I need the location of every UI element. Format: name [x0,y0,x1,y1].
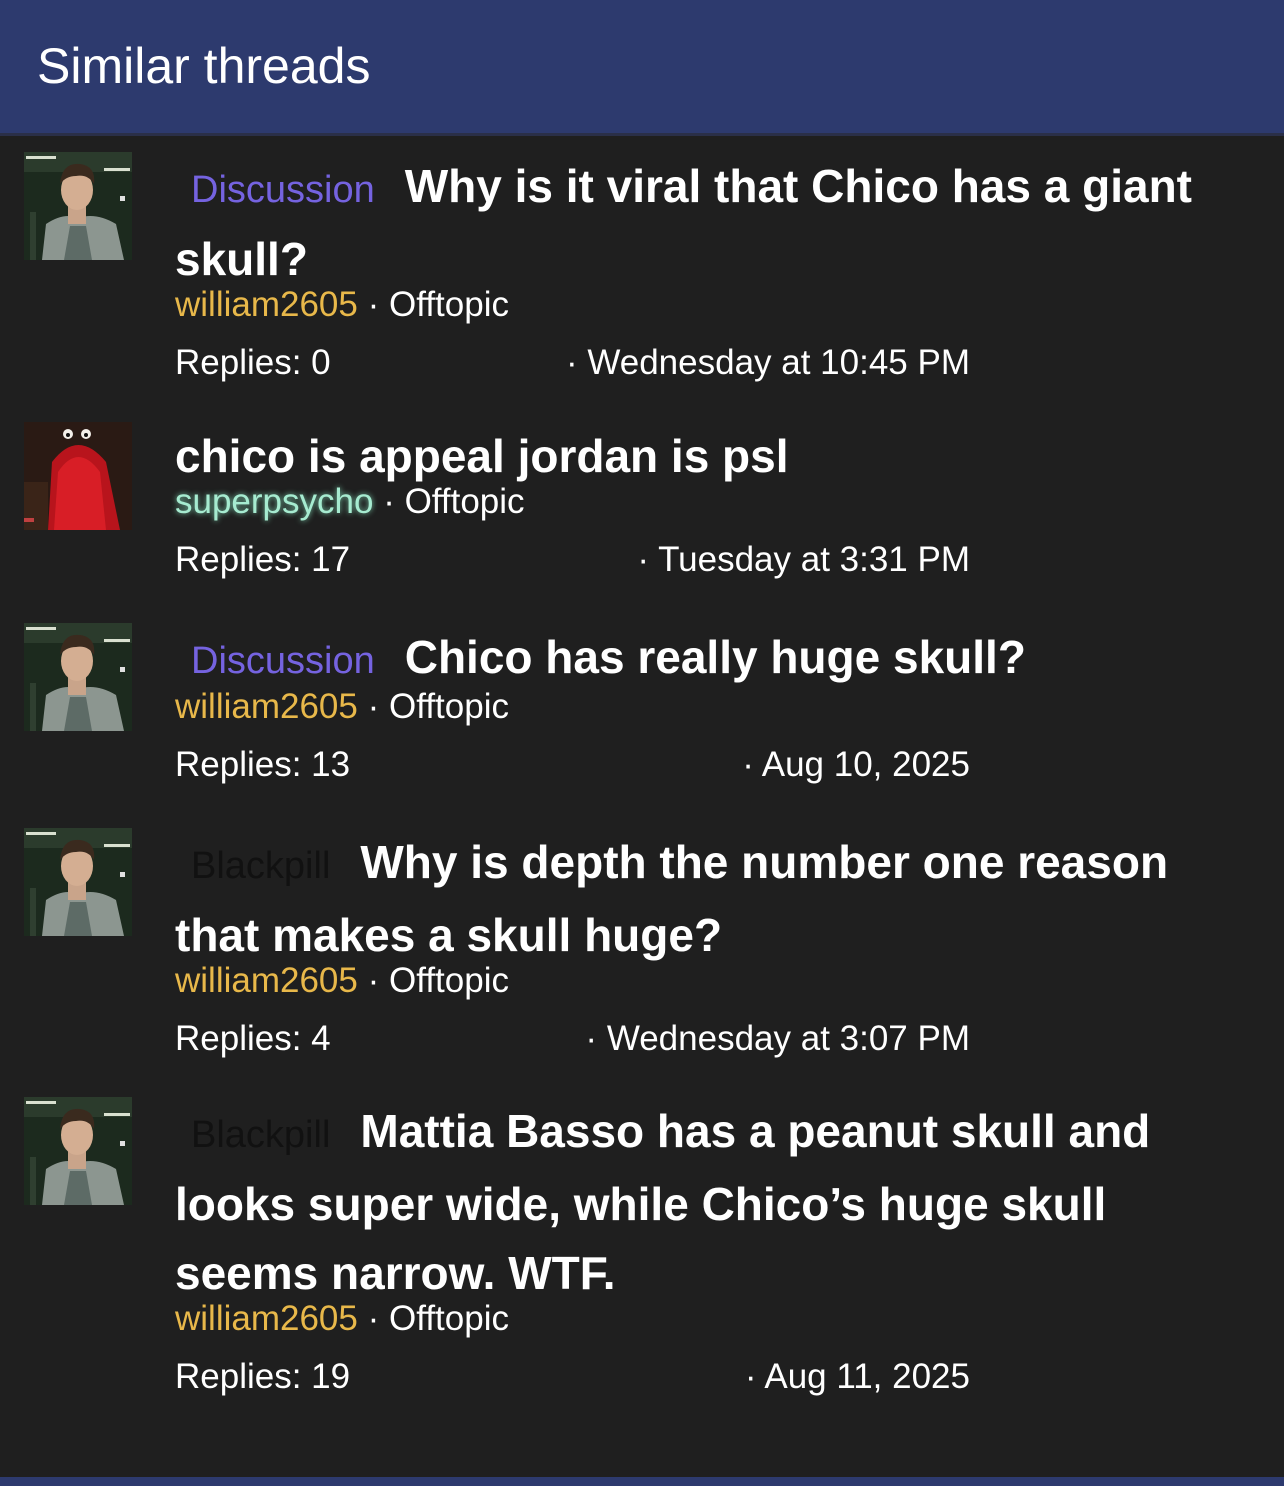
thread-forum[interactable]: Offtopic [389,285,509,324]
thread-date-value: Tuesday at 3:31 PM [658,540,970,579]
meta-separator: · [367,687,380,726]
thread-author[interactable]: william2605 [175,687,358,726]
thread-stats: Replies: 4 · Wednesday at 3:07 PM [175,1016,1255,1062]
section-title: Similar threads [37,38,371,94]
thread-date: · Aug 11, 2025 [745,1354,970,1400]
thread-stats: Replies: 19 · Aug 11, 2025 [175,1354,1255,1400]
bottom-border [0,1477,1284,1486]
thread-prefix-discussion[interactable]: Discussion [191,156,375,225]
meta-separator: · [383,482,395,521]
thread-author[interactable]: william2605 [175,961,358,1000]
thread-title[interactable]: Chico has really huge skull? [405,631,1026,683]
thread-date-value: Wednesday at 10:45 PM [587,343,970,382]
date-separator: · [637,540,649,579]
replies-count: Replies: 19 [175,1357,351,1396]
replies-count: Replies: 4 [175,1019,331,1058]
thread-title-link[interactable]: Discussion Why is it viral that Chico has… [175,152,1255,294]
thread-forum[interactable]: Offtopic [389,687,509,726]
thread-stats: Replies: 0 · Wednesday at 10:45 PM [175,340,1255,386]
meta-separator: · [367,961,380,1000]
thread-author[interactable]: superpsycho [175,482,373,521]
date-separator: · [565,343,578,382]
avatar-william2605[interactable] [24,828,132,936]
thread-date-value: Aug 10, 2025 [761,745,970,784]
thread-date: · Wednesday at 10:45 PM [566,340,970,386]
meta-separator: · [367,285,380,324]
similar-threads-header: Similar threads [0,0,1284,133]
thread-title[interactable]: chico is appeal jordan is psl [175,430,789,482]
thread-date-value: Wednesday at 3:07 PM [606,1019,970,1058]
thread-prefix-blackpill[interactable]: Blackpill [191,832,330,901]
avatar-william2605[interactable] [24,1097,132,1205]
date-separator: · [744,1357,757,1396]
replies-count: Replies: 0 [175,343,331,382]
thread-date: · Wednesday at 3:07 PM [585,1016,970,1062]
avatar-william2605[interactable] [24,152,132,260]
thread-forum[interactable]: Offtopic [405,482,525,521]
avatar-superpsycho[interactable] [24,422,132,530]
thread-author[interactable]: william2605 [175,1299,358,1338]
thread-forum[interactable]: Offtopic [389,1299,509,1338]
date-separator: · [585,1019,598,1058]
thread-title-link[interactable]: Blackpill Why is depth the number one rea… [175,828,1255,970]
thread-forum[interactable]: Offtopic [389,961,509,1000]
header-divider [0,133,1284,136]
thread-date: · Tuesday at 3:31 PM [637,537,970,583]
thread-date: · Aug 10, 2025 [742,742,970,788]
replies-count: Replies: 17 [175,540,351,579]
thread-stats: Replies: 17 · Tuesday at 3:31 PM [175,537,1255,583]
date-separator: · [742,745,754,784]
thread-meta: william2605 · Offtopic [175,282,1255,328]
thread-stats: Replies: 13 · Aug 10, 2025 [175,742,1255,788]
thread-meta: william2605 · Offtopic [175,1296,1255,1342]
thread-prefix-blackpill[interactable]: Blackpill [191,1101,330,1170]
avatar-william2605[interactable] [24,623,132,731]
thread-author[interactable]: william2605 [175,285,358,324]
replies-count: Replies: 13 [175,745,351,784]
thread-date-value: Aug 11, 2025 [764,1357,970,1396]
thread-title-link[interactable]: Blackpill Mattia Basso has a peanut skull… [175,1097,1255,1308]
meta-separator: · [367,1299,380,1338]
